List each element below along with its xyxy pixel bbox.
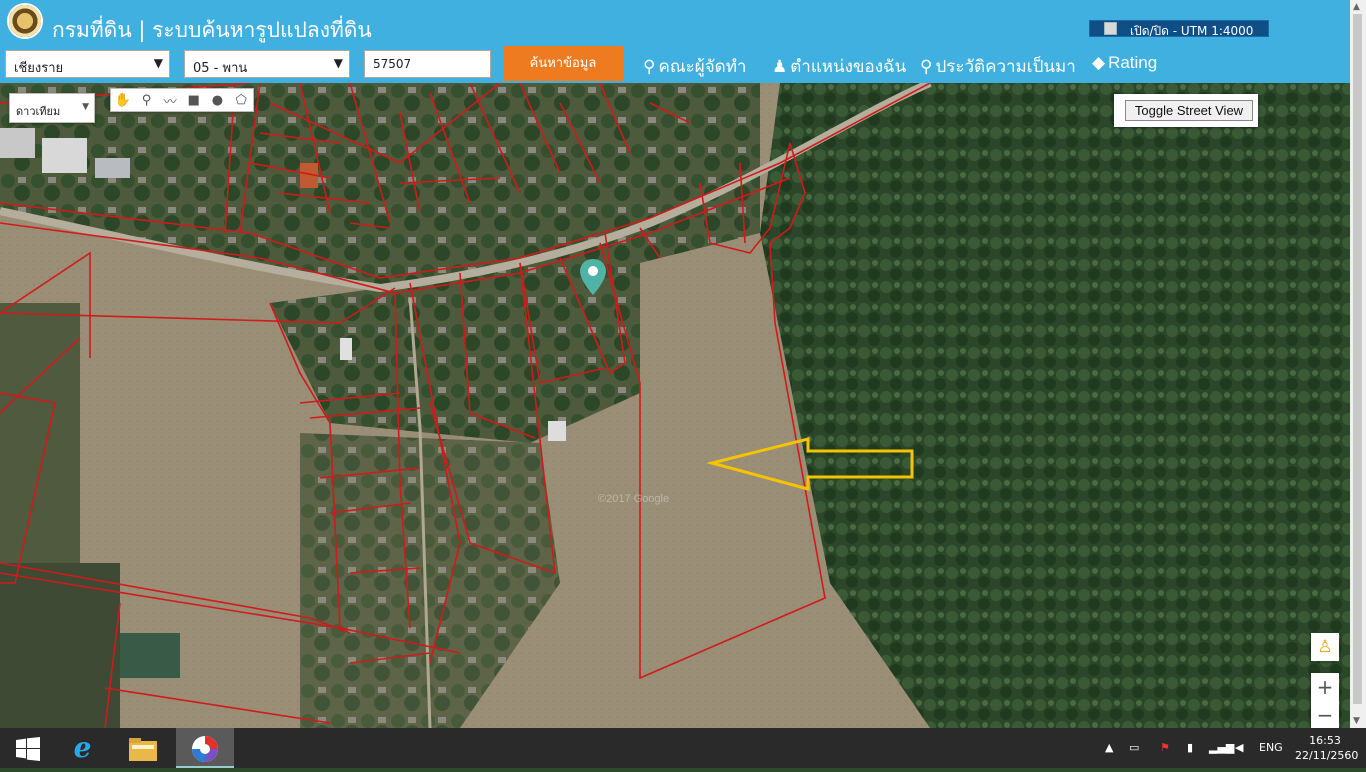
district-value: 05 - พาน xyxy=(193,61,248,76)
signal-icon[interactable]: ▂▄▆ xyxy=(1209,741,1234,754)
dropdown-arrow-icon: ▼ xyxy=(153,56,163,70)
team-icon: ⚲ xyxy=(643,57,656,77)
zoom-out-button[interactable]: − xyxy=(1311,701,1339,728)
rectangle-icon[interactable]: ■ xyxy=(185,93,203,108)
folder-icon xyxy=(128,737,157,761)
system-clock[interactable]: 16:53 22/11/2560 xyxy=(1295,733,1359,763)
toggle-street-view-button[interactable]: Toggle Street View xyxy=(1125,100,1253,121)
scroll-thumb[interactable] xyxy=(1353,14,1362,704)
marker-icon[interactable]: ⚲ xyxy=(137,93,155,108)
map-type-value: ดาวเทียม xyxy=(16,105,61,118)
hand-icon[interactable]: ✋ xyxy=(114,93,132,108)
tray-expand-icon[interactable]: ▲ xyxy=(1105,741,1113,754)
volume-muted-icon[interactable]: ◀ xyxy=(1235,741,1243,754)
circle-icon[interactable]: ● xyxy=(208,93,226,108)
polyline-icon[interactable]: 〰 xyxy=(161,91,179,110)
zoom-in-button[interactable]: + xyxy=(1311,673,1339,701)
language-indicator[interactable]: ENG xyxy=(1259,741,1283,754)
page-scrollbar[interactable]: ▲ ▼ xyxy=(1350,0,1366,728)
nav-team[interactable]: ⚲ คณะผู้จัดทำ xyxy=(643,53,746,80)
zoom-control: + − xyxy=(1311,673,1339,728)
nav-history[interactable]: ⚲ ประวัติความเป็นมา xyxy=(920,53,1076,80)
browser-icon xyxy=(192,735,218,762)
notification-icon[interactable]: ▭ xyxy=(1129,741,1139,754)
utm-toggle[interactable]: เปิด/ปิด - UTM 1:4000 xyxy=(1089,20,1269,38)
start-button[interactable] xyxy=(0,728,55,768)
nav-location-label: ตำแหน่งของฉัน xyxy=(790,57,907,77)
map-type-select[interactable]: ดาวเทียม ▼ xyxy=(9,93,95,123)
map-watermark: ©2017 Google xyxy=(598,493,670,505)
clock-time: 16:53 xyxy=(1309,734,1341,747)
tag-icon: ◆ xyxy=(1092,53,1106,72)
ie-icon: e xyxy=(73,731,92,764)
logo-seal xyxy=(7,3,43,39)
taskbar-file-explorer[interactable] xyxy=(115,728,170,768)
district-select[interactable]: 05 - พาน ▼ xyxy=(184,50,350,78)
history-icon: ⚲ xyxy=(920,57,933,77)
polygon-icon[interactable]: ⬠ xyxy=(232,93,250,108)
windows-icon xyxy=(15,736,40,761)
clock-date: 22/11/2560 xyxy=(1295,749,1359,762)
taskbar-internet-explorer[interactable]: e xyxy=(55,728,110,768)
nav-my-location[interactable]: ♟ ตำแหน่งของฉัน xyxy=(772,53,906,80)
nav-rating-label: Rating xyxy=(1108,53,1158,72)
drawing-toolbar: ✋ ⚲ 〰 ■ ● ⬠ xyxy=(110,88,254,112)
utm-checkbox[interactable] xyxy=(1104,22,1117,35)
person-icon: ♟ xyxy=(772,57,788,77)
parcel-number-input[interactable] xyxy=(364,50,491,78)
satellite-map[interactable]: ©2017 Google ดาวเทียม ▼ ✋ ⚲ 〰 ■ ● ⬠ Togg… xyxy=(0,83,1350,728)
battery-icon[interactable]: ▮ xyxy=(1187,741,1193,754)
pegman-icon[interactable]: ♙ xyxy=(1311,633,1339,661)
network-alert-icon[interactable]: ⚑ xyxy=(1160,741,1170,754)
map-imagery xyxy=(0,83,1350,728)
utm-toggle-label: เปิด/ปิด - UTM 1:4000 xyxy=(1130,24,1254,38)
province-value: เชียงราย xyxy=(14,61,64,76)
dropdown-arrow-icon: ▼ xyxy=(333,56,343,70)
taskbar-browser[interactable] xyxy=(176,728,234,768)
scroll-up-icon[interactable]: ▲ xyxy=(1353,2,1360,12)
nav-history-label: ประวัติความเป็นมา xyxy=(935,57,1076,77)
scroll-down-icon[interactable]: ▼ xyxy=(1353,716,1360,726)
search-button[interactable]: ค้นหาข้อมูล xyxy=(503,46,623,81)
street-view-panel: Toggle Street View xyxy=(1114,94,1258,127)
province-select[interactable]: เชียงราย ▼ xyxy=(5,50,170,78)
app-header: กรมที่ดิน | ระบบค้นหารูปแปลงที่ดิน เปิด/… xyxy=(0,0,1350,83)
windows-taskbar: e ▲ ▭ ⚑ ▮ ▂▄▆ ◀ ENG 16:53 22/11/2560 xyxy=(0,728,1366,768)
nav-rating[interactable]: ◆ Rating xyxy=(1092,53,1157,73)
dropdown-arrow-icon: ▼ xyxy=(82,102,89,112)
nav-team-label: คณะผู้จัดทำ xyxy=(658,57,747,77)
page-title: กรมที่ดิน | ระบบค้นหารูปแปลงที่ดิน xyxy=(52,18,372,42)
